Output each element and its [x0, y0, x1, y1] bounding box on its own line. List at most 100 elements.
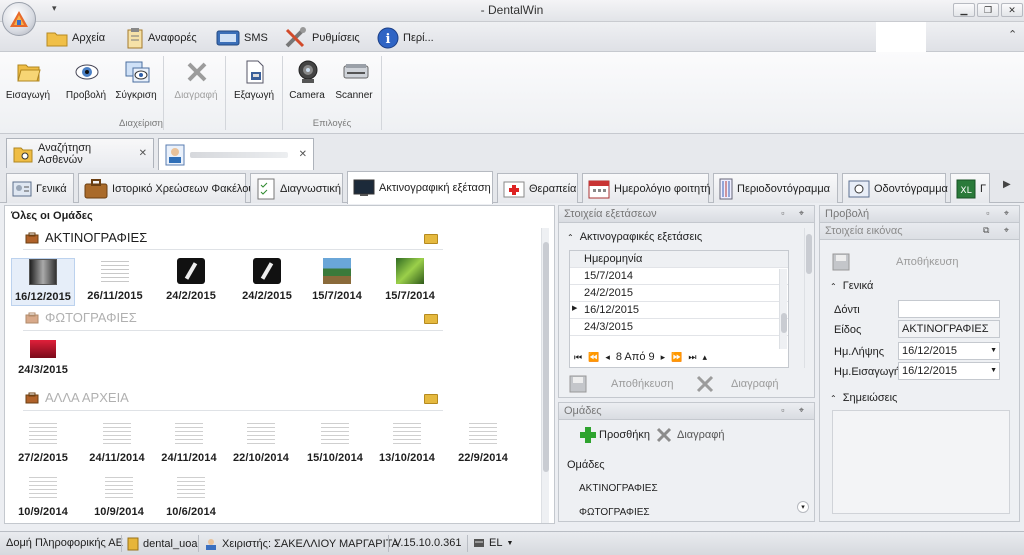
grid-row[interactable]: 24/2/2015 — [570, 285, 788, 302]
thumbnail-item[interactable]: 16/12/2015 — [11, 258, 75, 306]
thumbnail-item[interactable]: 10/9/2014 — [11, 474, 75, 518]
exam-save-button[interactable]: Αποθήκευση — [569, 372, 673, 396]
nav-add-icon[interactable]: ▴ — [703, 352, 708, 363]
tab-charges-history[interactable]: Ιστορικό Χρεώσεων Φακέλου — [78, 173, 254, 203]
capture-date-picker[interactable]: 16/12/2015 ▼ — [898, 342, 1000, 360]
compare-button[interactable]: Σύγκριση — [112, 56, 160, 106]
ribbon-collapse-icon[interactable]: ⌃ — [1008, 28, 1017, 41]
folder-icon[interactable] — [424, 234, 438, 244]
thumbnail-item[interactable]: 15/10/2014 — [303, 420, 367, 464]
close-tab-icon[interactable]: ✕ — [299, 149, 307, 160]
tab-student-calendar[interactable]: Ημερολόγιο φοιτητή — [582, 173, 711, 203]
scrollbar-thumb[interactable] — [781, 313, 787, 333]
thumbnail-item[interactable]: 15/7/2014 — [305, 258, 369, 302]
menu-about[interactable]: i Περί... — [377, 26, 434, 50]
notes-section[interactable]: ⌃ Σημειώσεις — [830, 392, 897, 404]
dropdown-arrow-icon[interactable]: ▼ — [990, 367, 997, 374]
import-button[interactable]: Εισαγωγή — [4, 56, 52, 106]
general-section[interactable]: ⌃ Γενικά — [830, 280, 873, 292]
grid-row[interactable]: 24/3/2015 — [570, 319, 788, 336]
app-menu-button[interactable] — [2, 2, 36, 36]
thumbnail-item[interactable]: 24/11/2014 — [157, 420, 221, 464]
tab-periodontogram[interactable]: Περιοδοντόγραμμα — [713, 173, 838, 203]
dropdown-arrow-icon[interactable]: ▼ — [990, 347, 997, 354]
folder-icon[interactable] — [424, 314, 438, 324]
view-save-button[interactable]: Αποθήκευση — [832, 250, 958, 274]
tab-excel[interactable]: XL Γ — [950, 173, 990, 203]
scrollbar-thumb[interactable] — [806, 234, 812, 274]
notes-area[interactable] — [832, 410, 1010, 514]
view-button[interactable]: Προβολή — [62, 56, 110, 106]
tab-xray-exam[interactable]: Ακτινογραφική εξέταση — [347, 171, 493, 204]
close-button[interactable]: ✕ — [1001, 3, 1023, 17]
language-selector[interactable]: EL ▼ — [473, 537, 513, 549]
nav-prev-page-icon[interactable]: ⏪ — [588, 352, 599, 363]
exam-panel-scrollbar[interactable] — [804, 228, 812, 368]
delete-group-button[interactable]: Διαγραφή — [655, 423, 725, 447]
import-date-picker[interactable]: 16/12/2015 ▼ — [898, 362, 1000, 380]
thumbnail-item[interactable]: 22/9/2014 — [451, 420, 515, 464]
menu-sms[interactable]: SMS — [216, 26, 268, 50]
panel-float-icon[interactable]: ⧉ ⌖ — [983, 225, 1015, 236]
minimize-button[interactable]: ▁ — [953, 3, 975, 17]
collapse-icon[interactable]: ⌃ — [830, 282, 837, 291]
export-button[interactable]: Εξαγωγή — [230, 56, 278, 106]
type-field[interactable]: ΑΚΤΙΝΟΓΡΑΦΙΕΣ — [898, 320, 1000, 338]
add-group-button[interactable]: Προσθήκη — [579, 423, 650, 447]
tabs-scroll-right-icon[interactable]: ▶ — [1003, 179, 1011, 190]
nav-first-icon[interactable]: ⏮ — [574, 352, 582, 363]
thumbnail-item[interactable]: 24/11/2014 — [85, 420, 149, 464]
thumbnail-item[interactable]: 24/3/2015 — [11, 340, 75, 376]
status-bar: Δομή Πληροφορικής ΑΕ dental_uoa Χειριστή… — [0, 531, 1024, 555]
tab-patient-search[interactable]: Αναζήτηση Ασθενών ✕ — [6, 138, 154, 168]
thumbnail-item[interactable]: 13/10/2014 — [375, 420, 439, 464]
collapse-icon[interactable]: ⌃ — [567, 233, 574, 242]
scanner-button[interactable]: Scanner — [330, 56, 378, 106]
grid-navigator[interactable]: ⏮ ⏪ ◂ 8 Από 9 ▸ ⏩ ⏭ ▴ — [574, 351, 707, 363]
panel-pin-icon[interactable]: ▫ ⌖ — [781, 405, 810, 416]
tooth-field[interactable] — [898, 300, 1000, 318]
nav-last-icon[interactable]: ⏭ — [688, 352, 696, 363]
thumbnail-item[interactable]: 10/9/2014 — [87, 474, 151, 518]
thumbnail-item[interactable]: 26/11/2015 — [83, 258, 147, 302]
tab-odontogram[interactable]: Οδοντόγραμμα — [842, 173, 948, 203]
thumbnail-item[interactable]: 24/2/2015 — [235, 258, 299, 302]
panel-pin-icon[interactable]: ▫ ⌖ — [781, 208, 810, 219]
close-tab-icon[interactable]: ✕ — [139, 148, 147, 159]
delete-ribbon-button[interactable]: Διαγραφή — [172, 56, 220, 106]
collapse-icon[interactable]: ⌃ — [830, 394, 837, 403]
tab-diagnostic[interactable]: Διαγνωστική — [250, 173, 343, 203]
folder-icon[interactable] — [424, 394, 438, 404]
tab-general[interactable]: Γενικά — [6, 173, 74, 203]
menu-files[interactable]: Αρχεία — [46, 26, 105, 50]
maximize-button[interactable]: ❐ — [977, 3, 999, 17]
grid-row[interactable]: 15/7/2014 — [570, 268, 788, 285]
user-name: Χειριστής: ΣΑΚΕΛΛΙΟΥ ΜΑΡΓΑΡΙΤΑ — [222, 538, 399, 550]
exam-delete-button[interactable]: Διαγραφή — [695, 372, 779, 396]
grid-row-selected[interactable]: ▶ 16/12/2015 — [570, 302, 788, 319]
thumbnail-item[interactable]: 27/2/2015 — [11, 420, 75, 464]
quick-access-dropdown[interactable]: ▾ — [52, 3, 57, 14]
group-header-photos[interactable]: ΦΩΤΟΓΡΑΦΙΕΣ — [25, 310, 137, 325]
group-list-item[interactable]: ΑΚΤΙΝΟΓΡΑΦΙΕΣ — [579, 483, 658, 494]
menu-settings[interactable]: Ρυθμίσεις — [284, 26, 360, 50]
scrollbar-thumb[interactable] — [543, 242, 549, 472]
menu-reports[interactable]: Αναφορές — [126, 26, 197, 50]
tab-patient-record[interactable]: ✕ — [158, 138, 314, 170]
scroll-down-icon[interactable]: ▾ — [797, 501, 809, 513]
tab-therapy[interactable]: Θεραπεία — [497, 173, 578, 203]
panel-pin-icon[interactable]: ▫ ⌖ — [986, 208, 1015, 219]
nav-prev-icon[interactable]: ◂ — [605, 352, 610, 363]
gallery-scrollbar[interactable] — [541, 228, 549, 523]
group-header-xrays[interactable]: ΑΚΤΙΝΟΓΡΑΦΙΕΣ — [25, 230, 147, 245]
thumbnail-item[interactable]: 15/7/2014 — [378, 258, 442, 302]
thumbnail-item[interactable]: 10/6/2014 — [159, 474, 223, 518]
group-header-other-files[interactable]: ΑΛΛΑ ΑΡΧΕΙΑ — [25, 390, 129, 405]
exam-grid-scrollbar[interactable] — [779, 269, 787, 349]
thumbnail-item[interactable]: 22/10/2014 — [229, 420, 293, 464]
group-list-item[interactable]: ΦΩΤΟΓΡΑΦΙΕΣ — [579, 507, 650, 518]
nav-next-page-icon[interactable]: ⏩ — [671, 352, 682, 363]
thumbnail-item[interactable]: 24/2/2015 — [159, 258, 223, 302]
nav-next-icon[interactable]: ▸ — [661, 352, 666, 363]
xray-exams-section[interactable]: ⌃ Ακτινογραφικές εξετάσεις — [567, 231, 702, 243]
